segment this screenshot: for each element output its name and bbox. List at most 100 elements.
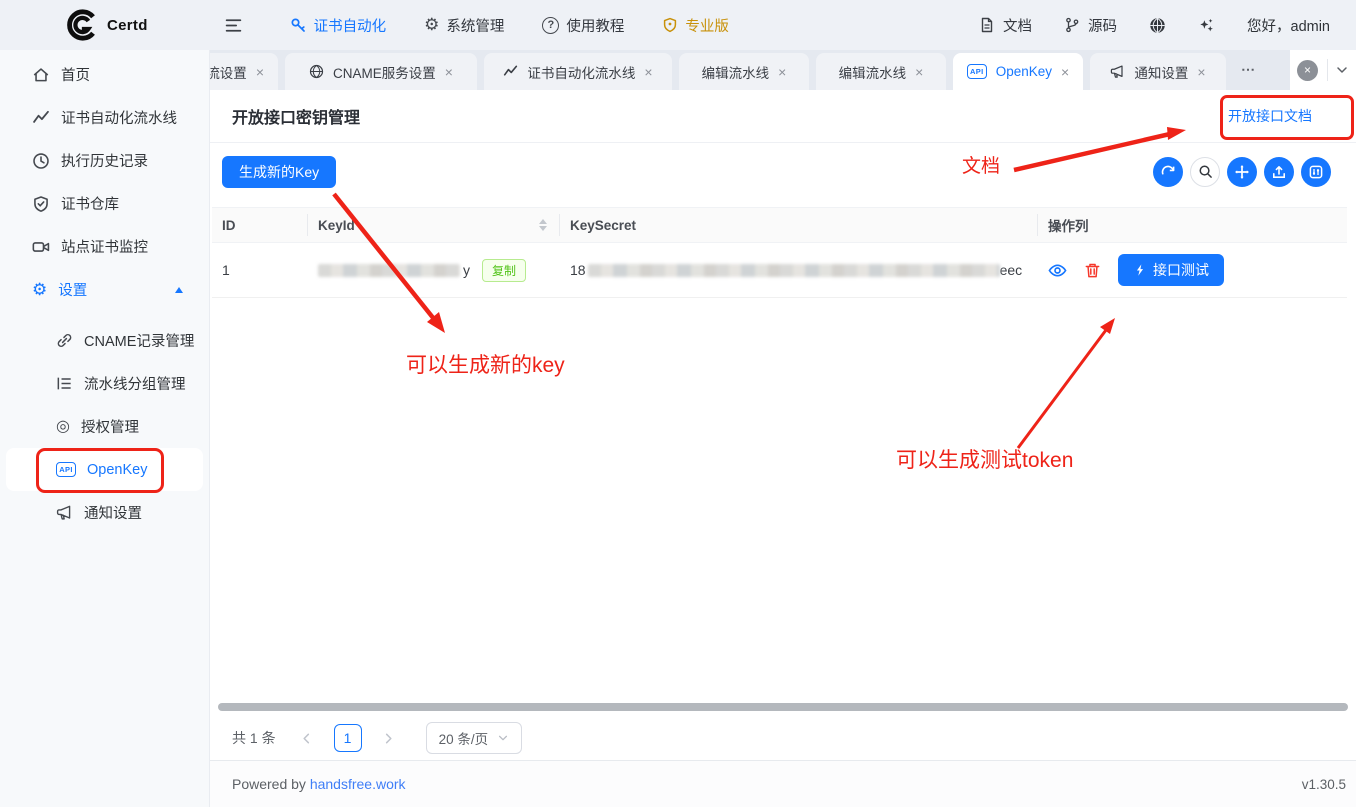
export-button[interactable] — [1264, 157, 1294, 187]
brand-name: Certd — [107, 17, 148, 34]
view-icon[interactable] — [1048, 261, 1067, 280]
sidebar-label: 首页 — [61, 64, 90, 85]
next-page-icon[interactable] — [376, 725, 402, 751]
header-right: 文档 源码 您好，admin — [963, 0, 1356, 50]
sidebar-item-site-monitor[interactable]: 站点证书监控 — [0, 225, 209, 268]
divider — [1327, 59, 1328, 81]
powered-by-label: Powered by — [232, 776, 306, 792]
api-icon: API — [56, 462, 76, 477]
ai-assistant[interactable] — [1182, 0, 1231, 50]
sidebar-item-pipelines[interactable]: 证书自动化流水线 — [0, 96, 209, 139]
sidebar-item-pipeline-groups[interactable]: 流水线分组管理 — [0, 362, 209, 405]
handsfree-link[interactable]: handsfree.work — [310, 776, 406, 792]
prev-page-icon[interactable] — [294, 725, 320, 751]
version-label: v1.30.5 — [1302, 777, 1346, 792]
certd-logo-icon — [64, 8, 98, 42]
sidebar-item-history[interactable]: 执行历史记录 — [0, 139, 209, 182]
nav-label: 证书自动化 — [314, 15, 387, 36]
nav-cert-automation[interactable]: 证书自动化 — [271, 0, 406, 50]
menu-collapse-icon[interactable] — [224, 16, 243, 35]
tab-notification-settings[interactable]: 通知设置 × — [1090, 53, 1226, 90]
cell-id: 1 — [212, 262, 308, 278]
sidebar: 首页 证书自动化流水线 执行历史记录 证书仓库 站点证书监控 — [0, 50, 210, 807]
docs-link[interactable]: 文档 — [963, 0, 1048, 50]
close-icon[interactable]: × — [256, 65, 264, 79]
horizontal-scrollbar[interactable] — [218, 703, 1348, 711]
nav-pro-edition[interactable]: 专业版 — [643, 0, 748, 50]
tab-label: CNAME服务设置 — [333, 62, 436, 82]
close-all-tabs-icon[interactable]: × — [1297, 60, 1318, 81]
close-icon[interactable]: × — [1197, 65, 1205, 79]
compact-toggle-button[interactable] — [1227, 157, 1257, 187]
sidebar-label: 证书仓库 — [61, 193, 119, 214]
sidebar-item-home[interactable]: 首页 — [0, 53, 209, 96]
search-button[interactable] — [1190, 157, 1220, 187]
sidebar-item-settings[interactable]: ⚙ 设置 — [0, 268, 209, 311]
tab-label: 流设置 — [210, 62, 247, 82]
api-test-label: 接口测试 — [1153, 260, 1209, 280]
nav-tutorial[interactable]: ? 使用教程 — [523, 0, 643, 50]
user-greeting[interactable]: 您好，admin — [1231, 0, 1356, 50]
tab-openkey[interactable]: API OpenKey × — [953, 53, 1083, 90]
sidebar-label: 通知设置 — [84, 502, 142, 523]
cell-keyid: y 复制 — [308, 259, 560, 282]
sidebar-item-auth-management[interactable]: ◎ 授权管理 — [0, 405, 209, 448]
page-size-select[interactable]: 20 条/页 — [426, 722, 523, 754]
sidebar-item-cert-store[interactable]: 证书仓库 — [0, 182, 209, 225]
table-row: 1 y 复制 18 eec — [212, 243, 1347, 298]
nav-system-settings[interactable]: ⚙ 系统管理 — [405, 0, 523, 50]
tab-cert-pipelines[interactable]: 证书自动化流水线 × — [484, 53, 672, 90]
open-api-doc-link[interactable]: 开放接口文档 — [1228, 106, 1312, 126]
sidebar-item-notification-settings[interactable]: 通知设置 — [0, 491, 209, 534]
page-footer: Powered by handsfree.work v1.30.5 — [210, 760, 1356, 807]
close-icon[interactable]: × — [644, 65, 652, 79]
chevron-down-icon[interactable] — [1335, 63, 1349, 77]
source-code-link[interactable]: 源码 — [1048, 0, 1133, 50]
api-test-button[interactable]: 接口测试 — [1118, 254, 1224, 286]
close-icon[interactable]: × — [1061, 65, 1069, 79]
table-tools — [1153, 157, 1331, 187]
sidebar-item-cname-records[interactable]: CNAME记录管理 — [0, 319, 209, 362]
pipeline-icon — [32, 109, 50, 127]
header-nav: 证书自动化 ⚙ 系统管理 ? 使用教程 专业版 — [271, 0, 748, 50]
page-size-value: 20 条/页 — [439, 728, 489, 748]
tab-more-icon[interactable]: ⋯ — [1241, 61, 1256, 78]
sidebar-settings-group: CNAME记录管理 流水线分组管理 ◎ 授权管理 API OpenKey 通 — [0, 319, 209, 534]
total-count: 共 1 条 — [232, 728, 276, 748]
sort-icon[interactable] — [539, 219, 547, 231]
column-settings-button[interactable] — [1301, 157, 1331, 187]
delete-icon[interactable] — [1084, 262, 1101, 279]
tab-label: 编辑流水线 — [702, 62, 770, 82]
scrollbar-thumb[interactable] — [218, 703, 1348, 711]
greeting-label: 您好，admin — [1247, 15, 1330, 36]
close-icon[interactable]: × — [445, 65, 453, 79]
sidebar-label: 流水线分组管理 — [84, 373, 186, 394]
tab-edit-pipeline-2[interactable]: 编辑流水线 × — [816, 53, 946, 90]
tab-bar: 流设置 × CNAME服务设置 × 证书自动化流水线 × 编辑流水线 × — [210, 50, 1356, 90]
home-icon — [32, 66, 50, 84]
tab-cname-service[interactable]: CNAME服务设置 × — [285, 53, 477, 90]
git-branch-icon — [1064, 17, 1080, 33]
monitor-icon — [32, 238, 50, 256]
sidebar-item-openkey[interactable]: API OpenKey — [6, 448, 203, 491]
secret-prefix: 18 — [570, 262, 586, 278]
gear-icon: ⚙ — [32, 281, 47, 298]
redacted-keysecret — [588, 264, 1000, 277]
tab-edit-pipeline-1[interactable]: 编辑流水线 × — [679, 53, 809, 90]
page-number[interactable]: 1 — [334, 724, 362, 752]
nav-label: 使用教程 — [566, 15, 624, 36]
globe-icon — [1149, 17, 1166, 34]
close-icon[interactable]: × — [915, 65, 923, 79]
link-icon — [56, 332, 73, 349]
copy-button[interactable]: 复制 — [482, 259, 526, 282]
pro-badge-icon — [662, 17, 678, 33]
brand-logo[interactable]: Certd — [64, 8, 148, 42]
document-icon — [979, 17, 995, 33]
language-switch[interactable] — [1133, 0, 1182, 50]
refresh-button[interactable] — [1153, 157, 1183, 187]
tab-stream-settings[interactable]: 流设置 × — [210, 53, 278, 90]
sidebar-label: 证书自动化流水线 — [61, 107, 177, 128]
generate-key-button[interactable]: 生成新的Key — [222, 156, 336, 188]
close-icon[interactable]: × — [778, 65, 786, 79]
column-header-keyid[interactable]: KeyId — [308, 214, 560, 236]
